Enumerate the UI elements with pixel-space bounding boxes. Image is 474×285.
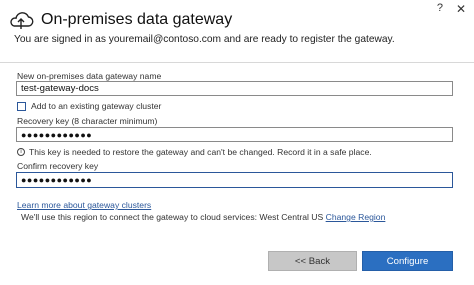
- region-text: We'll use this region to connect the gat…: [21, 212, 324, 222]
- confirm-key-label: Confirm recovery key: [17, 161, 99, 171]
- help-button[interactable]: ?: [437, 2, 443, 14]
- signed-in-message: You are signed in as youremail@contoso.c…: [14, 34, 395, 45]
- change-region-link[interactable]: Change Region: [326, 212, 386, 222]
- configure-button[interactable]: Configure: [362, 251, 453, 271]
- gateway-name-input[interactable]: test-gateway-docs: [16, 81, 453, 96]
- header-divider: [0, 62, 474, 63]
- close-button[interactable]: ✕: [456, 2, 466, 16]
- back-button[interactable]: << Back: [268, 251, 357, 271]
- learn-more-link[interactable]: Learn more about gateway clusters: [17, 200, 151, 210]
- recovery-key-info-text: This key is needed to restore the gatewa…: [29, 147, 372, 157]
- add-to-cluster-option[interactable]: Add to an existing gateway cluster: [17, 101, 161, 111]
- cloud-upload-icon: [10, 12, 34, 29]
- gateway-name-label: New on-premises data gateway name: [17, 71, 162, 81]
- dialog-header: On-premises data gateway: [8, 9, 232, 31]
- recovery-key-label: Recovery key (8 character minimum): [17, 116, 158, 126]
- region-info: We'll use this region to connect the gat…: [21, 212, 385, 222]
- recovery-key-input[interactable]: ●●●●●●●●●●●●: [16, 127, 453, 142]
- confirm-key-input[interactable]: ●●●●●●●●●●●●: [16, 172, 453, 188]
- info-icon: i: [17, 148, 25, 156]
- add-to-cluster-checkbox[interactable]: [17, 101, 26, 111]
- recovery-key-info: i This key is needed to restore the gate…: [17, 147, 372, 157]
- add-to-cluster-label: Add to an existing gateway cluster: [31, 101, 162, 111]
- dialog-title: On-premises data gateway: [41, 11, 233, 28]
